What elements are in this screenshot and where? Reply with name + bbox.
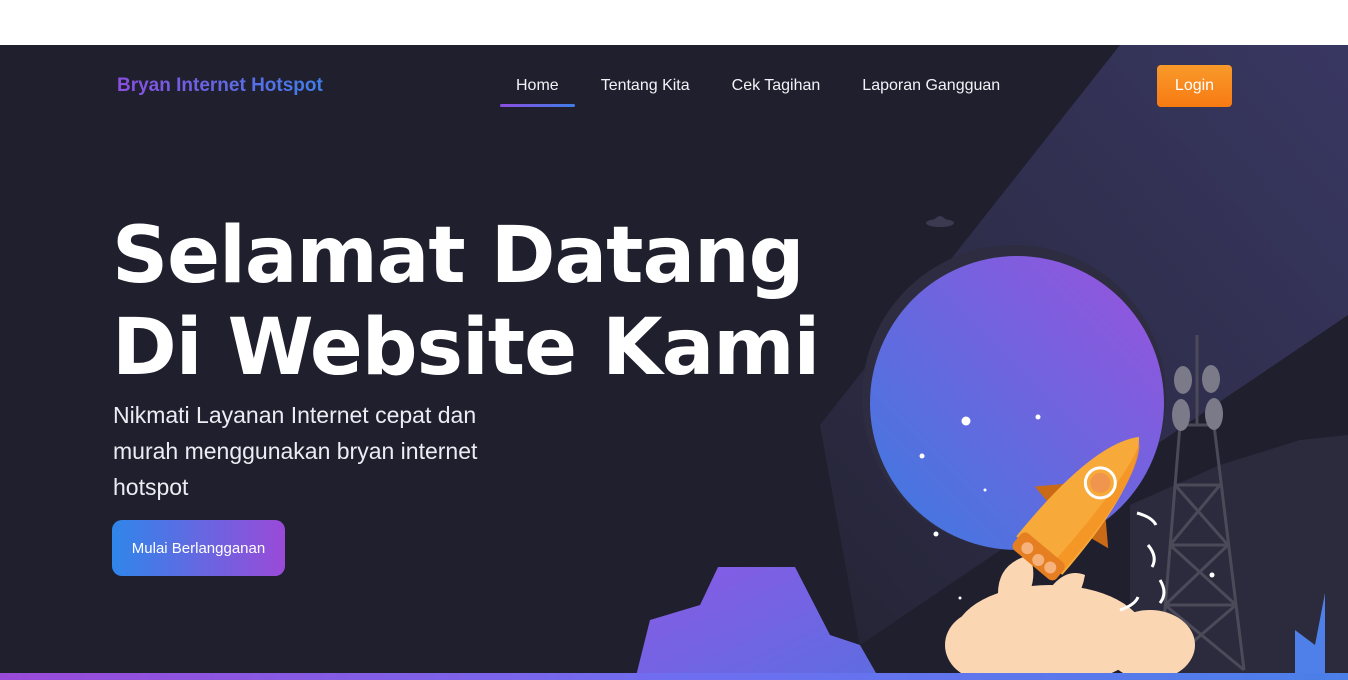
navbar: Bryan Internet Hotspot Home Tentang Kita…: [0, 45, 1348, 130]
hill-shape: [635, 567, 880, 680]
ufo-icon: [926, 216, 954, 227]
hero-section: Bryan Internet Hotspot Home Tentang Kita…: [0, 45, 1348, 680]
login-button[interactable]: Login: [1157, 65, 1232, 107]
nav-link-home[interactable]: Home: [500, 75, 575, 107]
hero-title-line-1: Selamat Datang: [112, 211, 804, 301]
hero-title: Selamat Datang Di Website Kami: [112, 210, 820, 394]
hero-subtitle: Nikmati Layanan Internet cepat dan murah…: [113, 402, 478, 500]
brand-logo[interactable]: Bryan Internet Hotspot: [117, 75, 323, 97]
bottom-gradient-bar: [0, 673, 1348, 680]
nav-links: Home Tentang Kita Cek Tagihan Laporan Ga…: [500, 75, 1026, 107]
nav-link-cek-tagihan[interactable]: Cek Tagihan: [716, 75, 837, 107]
planet-icon: [862, 245, 1166, 550]
nav-link-laporan-gangguan[interactable]: Laporan Gangguan: [846, 75, 1016, 107]
nav-link-tentang-kita[interactable]: Tentang Kita: [585, 75, 706, 107]
hero-title-line-2: Di Website Kami: [112, 303, 820, 393]
subscribe-button[interactable]: Mulai Berlangganan: [112, 520, 285, 576]
